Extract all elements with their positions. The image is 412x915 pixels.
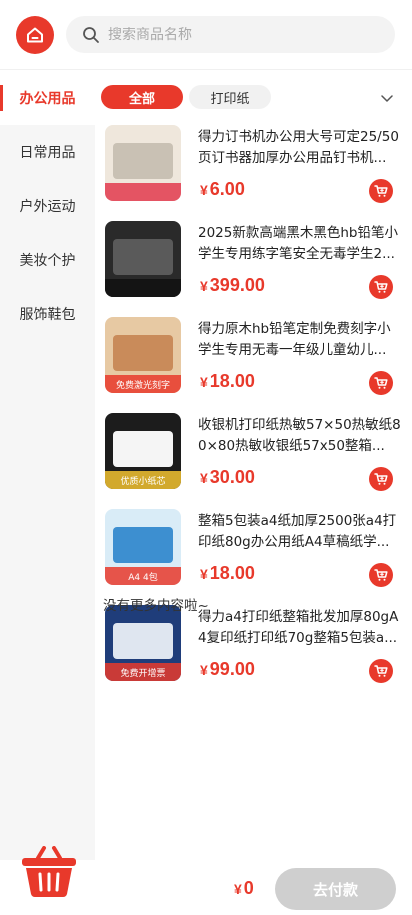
sidebar-item-office[interactable]: 办公用品 <box>0 71 95 125</box>
sidebar-item-label: 服饰鞋包 <box>19 307 76 323</box>
add-to-cart-icon <box>374 569 388 581</box>
add-to-cart-icon <box>374 473 388 485</box>
list-end-text: 没有更多内容啦~ <box>103 598 209 614</box>
product-image[interactable]: 免费开增票 <box>105 605 181 681</box>
sidebar-item-outdoor[interactable]: 户外运动 <box>0 179 95 233</box>
search-icon <box>83 26 99 43</box>
product-item[interactable]: A4 4包 整箱5包装a4纸加厚2500张a4打印纸80g办公用纸A4草稿纸学..… <box>95 507 412 603</box>
product-item[interactable]: 2025新款高端黑木黑色hb铅笔小学生专用练字笔安全无毒学生2... ¥399.0… <box>95 219 412 315</box>
home-icon <box>27 27 43 43</box>
sidebar-item-label: 日常用品 <box>19 145 76 161</box>
product-price-value: 30.00 <box>209 467 255 487</box>
product-item[interactable]: 得力订书机办公用大号可定25/50页订书器加厚办公用品钉书机... ¥6.00 <box>95 123 412 219</box>
sidebar-item-label: 美妆个护 <box>19 253 76 269</box>
search-input[interactable] <box>108 26 378 43</box>
shopping-basket-icon[interactable] <box>20 846 78 898</box>
product-price: ¥6.00 <box>200 179 245 200</box>
chevron-down-icon[interactable] <box>380 91 394 105</box>
product-title[interactable]: 得力a4打印纸整箱批发加厚80gA4复印纸打印纸70g整箱5包装a... <box>198 607 403 649</box>
product-title[interactable]: 2025新款高端黑木黑色hb铅笔小学生专用练字笔安全无毒学生2... <box>198 223 403 265</box>
product-price: ¥30.00 <box>200 467 255 488</box>
product-price-value: 399.00 <box>209 275 265 295</box>
currency-symbol: ¥ <box>200 278 208 294</box>
product-title[interactable]: 整箱5包装a4纸加厚2500张a4打印纸80g办公用纸A4草稿纸学... <box>198 511 403 553</box>
sidebar-item-label: 办公用品 <box>19 91 76 107</box>
product-price: ¥18.00 <box>200 563 255 584</box>
product-price-value: 6.00 <box>209 179 245 199</box>
product-title[interactable]: 收银机打印纸热敏57×50热敏纸80×80热敏收银纸57x50整箱... <box>198 415 403 457</box>
product-item[interactable]: 优质小纸芯 收银机打印纸热敏57×50热敏纸80×80热敏收银纸57x50整箱..… <box>95 411 412 507</box>
add-to-cart-icon <box>374 185 388 197</box>
currency-symbol: ¥ <box>234 881 242 897</box>
tab-all[interactable]: 全部 <box>101 85 183 109</box>
product-image-label: A4 4包 <box>128 571 157 583</box>
product-price-value: 18.00 <box>209 371 255 391</box>
currency-symbol: ¥ <box>200 182 208 198</box>
product-price: ¥99.00 <box>200 659 255 680</box>
checkout-button[interactable]: 去付款 <box>275 868 396 910</box>
product-item[interactable]: 免费开增票 得力a4打印纸整箱批发加厚80gA4复印纸打印纸70g整箱5包装a..… <box>95 603 412 699</box>
product-item[interactable]: 免费激光刻字 得力原木hb铅笔定制免费刻字小学生专用无毒一年级儿童幼儿... ¥18… <box>95 315 412 411</box>
product-price: ¥18.00 <box>200 371 255 392</box>
product-image-label: 免费激光刻字 <box>116 379 170 391</box>
home-button[interactable] <box>16 16 54 54</box>
add-to-cart-icon <box>374 377 388 389</box>
product-image-label: 优质小纸芯 <box>120 475 165 487</box>
product-image[interactable] <box>105 221 181 297</box>
header <box>0 0 412 70</box>
subcategory-tabs: 全部 打印纸 <box>95 71 412 123</box>
add-to-cart-button[interactable] <box>369 659 393 683</box>
product-image[interactable]: 优质小纸芯 <box>105 413 181 489</box>
sidebar-item-daily[interactable]: 日常用品 <box>0 125 95 179</box>
sidebar-item-beauty[interactable]: 美妆个护 <box>0 233 95 287</box>
sidebar-item-apparel[interactable]: 服饰鞋包 <box>0 287 95 341</box>
currency-symbol: ¥ <box>200 662 208 678</box>
product-price-value: 99.00 <box>209 659 255 679</box>
search-box[interactable] <box>66 16 395 53</box>
cart-total: ¥0 <box>234 878 254 899</box>
product-title[interactable]: 得力订书机办公用大号可定25/50页订书器加厚办公用品钉书机... <box>198 127 403 169</box>
add-to-cart-icon <box>374 665 388 677</box>
currency-symbol: ¥ <box>200 566 208 582</box>
product-image[interactable]: 免费激光刻字 <box>105 317 181 393</box>
tab-printing-paper[interactable]: 打印纸 <box>189 85 271 109</box>
product-price: ¥399.00 <box>200 275 265 296</box>
add-to-cart-icon <box>374 281 388 293</box>
sidebar-item-label: 户外运动 <box>19 199 76 215</box>
footer-bar: ¥0 去付款 <box>0 846 412 915</box>
add-to-cart-button[interactable] <box>369 371 393 395</box>
currency-symbol: ¥ <box>200 374 208 390</box>
cart-total-value: 0 <box>243 878 254 898</box>
product-price-value: 18.00 <box>209 563 255 583</box>
add-to-cart-button[interactable] <box>369 563 393 587</box>
product-image[interactable] <box>105 125 181 201</box>
product-image-label: 免费开增票 <box>120 667 165 679</box>
add-to-cart-button[interactable] <box>369 275 393 299</box>
product-image[interactable]: A4 4包 <box>105 509 181 585</box>
currency-symbol: ¥ <box>200 470 208 486</box>
product-title[interactable]: 得力原木hb铅笔定制免费刻字小学生专用无毒一年级儿童幼儿... <box>198 319 403 361</box>
add-to-cart-button[interactable] <box>369 179 393 203</box>
category-sidebar: 办公用品 日常用品 户外运动 美妆个护 服饰鞋包 <box>0 71 95 860</box>
add-to-cart-button[interactable] <box>369 467 393 491</box>
